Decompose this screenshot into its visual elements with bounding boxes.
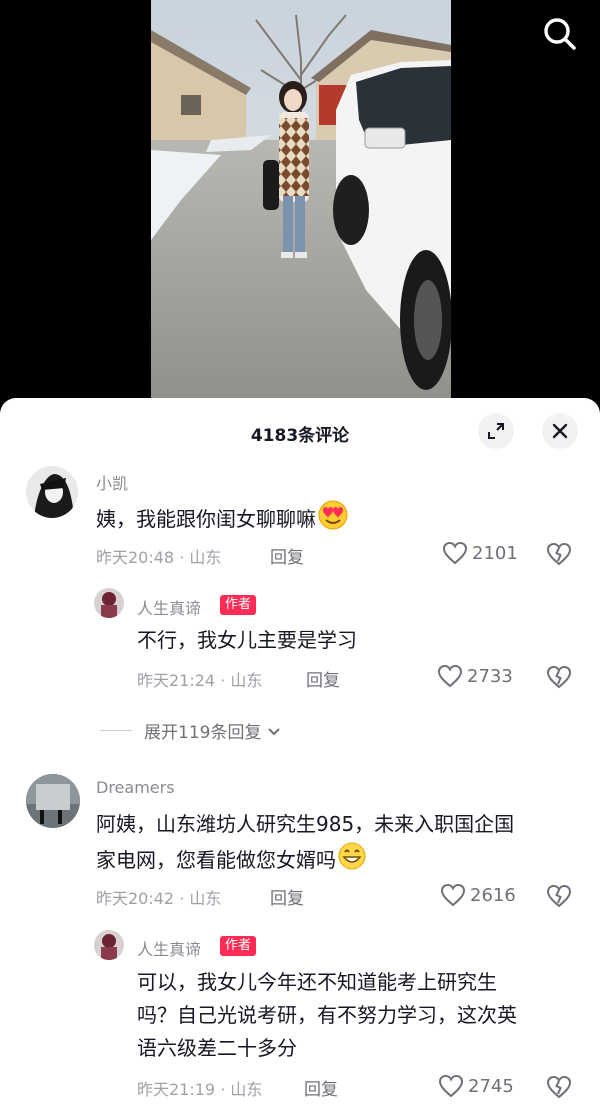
dislike-button[interactable] <box>546 665 572 693</box>
comment-time: 昨天20:42 <box>96 889 175 908</box>
reply-meta: 昨天21:19 · 山东 <box>137 1076 262 1100</box>
like-button[interactable]: 2745 <box>438 1074 514 1098</box>
reply-time: 昨天21:24 <box>137 671 216 690</box>
like-count: 2616 <box>470 884 516 906</box>
comment-text: 阿姨，山东潍坊人研究生985，未来入职国企国 家电网，您看能做您女婿吗 <box>96 808 514 877</box>
comment-time: 昨天20:48 <box>96 548 175 567</box>
grinning-emoji <box>338 842 366 870</box>
comment-location: 山东 <box>189 889 222 908</box>
video-area[interactable] <box>0 0 600 420</box>
reply-username[interactable]: 人生真谛 <box>137 936 201 960</box>
reply-button[interactable]: 回复 <box>304 1075 338 1100</box>
comment-text-body: 姨，我能跟你闺女聊聊嘛 <box>96 507 316 531</box>
meta-separator: · <box>220 671 226 690</box>
expand-button[interactable] <box>478 413 514 449</box>
dislike-button[interactable] <box>546 884 572 912</box>
video-frame[interactable] <box>151 0 451 420</box>
reply-time: 昨天21:19 <box>137 1080 216 1099</box>
comment-meta: 昨天20:48 · 山东 <box>96 544 221 568</box>
comment-meta: 昨天20:42 · 山东 <box>96 885 221 909</box>
reply-text: 可以，我女儿今年还不知道能考上研究生 吗？自己光说考研，有不努力学习，这次英 语… <box>137 966 517 1065</box>
reply-button[interactable]: 回复 <box>270 884 304 909</box>
heart-outline-icon <box>442 541 468 565</box>
author-badge: 作者 <box>220 595 257 615</box>
search-button[interactable] <box>538 12 582 56</box>
reply-text-line: 语六级差二十多分 <box>137 1036 297 1060</box>
chevron-down-icon <box>268 727 281 735</box>
meta-separator: · <box>179 889 185 908</box>
like-count: 2745 <box>468 1075 514 1097</box>
broken-heart-icon <box>546 665 572 689</box>
heart-outline-icon <box>438 1074 464 1098</box>
comment-text: 姨，我能跟你闺女聊聊嘛 <box>96 500 350 536</box>
reply-username[interactable]: 人生真谛 <box>137 595 201 619</box>
like-button[interactable]: 2733 <box>437 664 513 688</box>
heart-outline-icon <box>440 883 466 907</box>
comment-text-line: 阿姨，山东潍坊人研究生985，未来入职国企国 <box>96 812 515 836</box>
like-count: 2733 <box>467 665 513 687</box>
avatar-image <box>26 774 80 828</box>
avatar[interactable] <box>26 774 80 828</box>
expand-icon <box>488 423 504 439</box>
sheet-header: 4183条评论 <box>0 398 600 464</box>
comment-username[interactable]: 小凯 <box>96 470 128 494</box>
search-icon <box>544 18 576 50</box>
expand-replies-label: 展开119条回复 <box>144 723 262 743</box>
reply-avatar[interactable] <box>94 588 124 618</box>
reply-button[interactable]: 回复 <box>270 543 304 568</box>
comment-text-body: 家电网，您看能做您女婿吗 <box>96 848 336 872</box>
reply-meta: 昨天21:24 · 山东 <box>137 667 262 691</box>
reply-location: 山东 <box>230 1080 263 1099</box>
avatar-image <box>94 588 124 618</box>
author-badge: 作者 <box>220 936 257 956</box>
video-scene <box>151 0 451 420</box>
heart-outline-icon <box>437 664 463 688</box>
avatar-image <box>94 930 124 960</box>
comments-sheet: 4183条评论 小凯 姨，我能跟你闺女聊聊嘛 昨天20:48 · 山东 回复 2… <box>0 398 600 1115</box>
reply-button[interactable]: 回复 <box>306 666 340 691</box>
reply-text-line: 吗？自己光说考研，有不努力学习，这次英 <box>137 1003 517 1027</box>
reply-text-line: 可以，我女儿今年还不知道能考上研究生 <box>137 970 497 994</box>
avatar-image <box>26 466 78 518</box>
comment-text-line: 家电网，您看能做您女婿吗 <box>96 841 514 877</box>
close-button[interactable] <box>542 413 578 449</box>
meta-separator: · <box>220 1080 226 1099</box>
dislike-button[interactable] <box>546 542 572 570</box>
reply-location: 山东 <box>230 671 263 690</box>
comment-location: 山东 <box>189 548 222 567</box>
broken-heart-icon <box>546 542 572 566</box>
divider-line <box>100 730 132 731</box>
heart-eyes-emoji <box>318 500 348 530</box>
broken-heart-icon <box>546 884 572 908</box>
broken-heart-icon <box>546 1075 572 1099</box>
comment-username[interactable]: Dreamers <box>96 778 175 797</box>
reply-avatar[interactable] <box>94 930 124 960</box>
dislike-button[interactable] <box>546 1075 572 1103</box>
close-icon <box>552 423 568 439</box>
like-button[interactable]: 2616 <box>440 883 516 907</box>
expand-replies-button[interactable]: 展开119条回复 <box>100 718 283 743</box>
reply-text: 不行，我女儿主要是学习 <box>137 628 357 652</box>
like-count: 2101 <box>472 542 518 564</box>
avatar[interactable] <box>26 466 78 518</box>
like-button[interactable]: 2101 <box>442 541 518 565</box>
meta-separator: · <box>179 548 185 567</box>
